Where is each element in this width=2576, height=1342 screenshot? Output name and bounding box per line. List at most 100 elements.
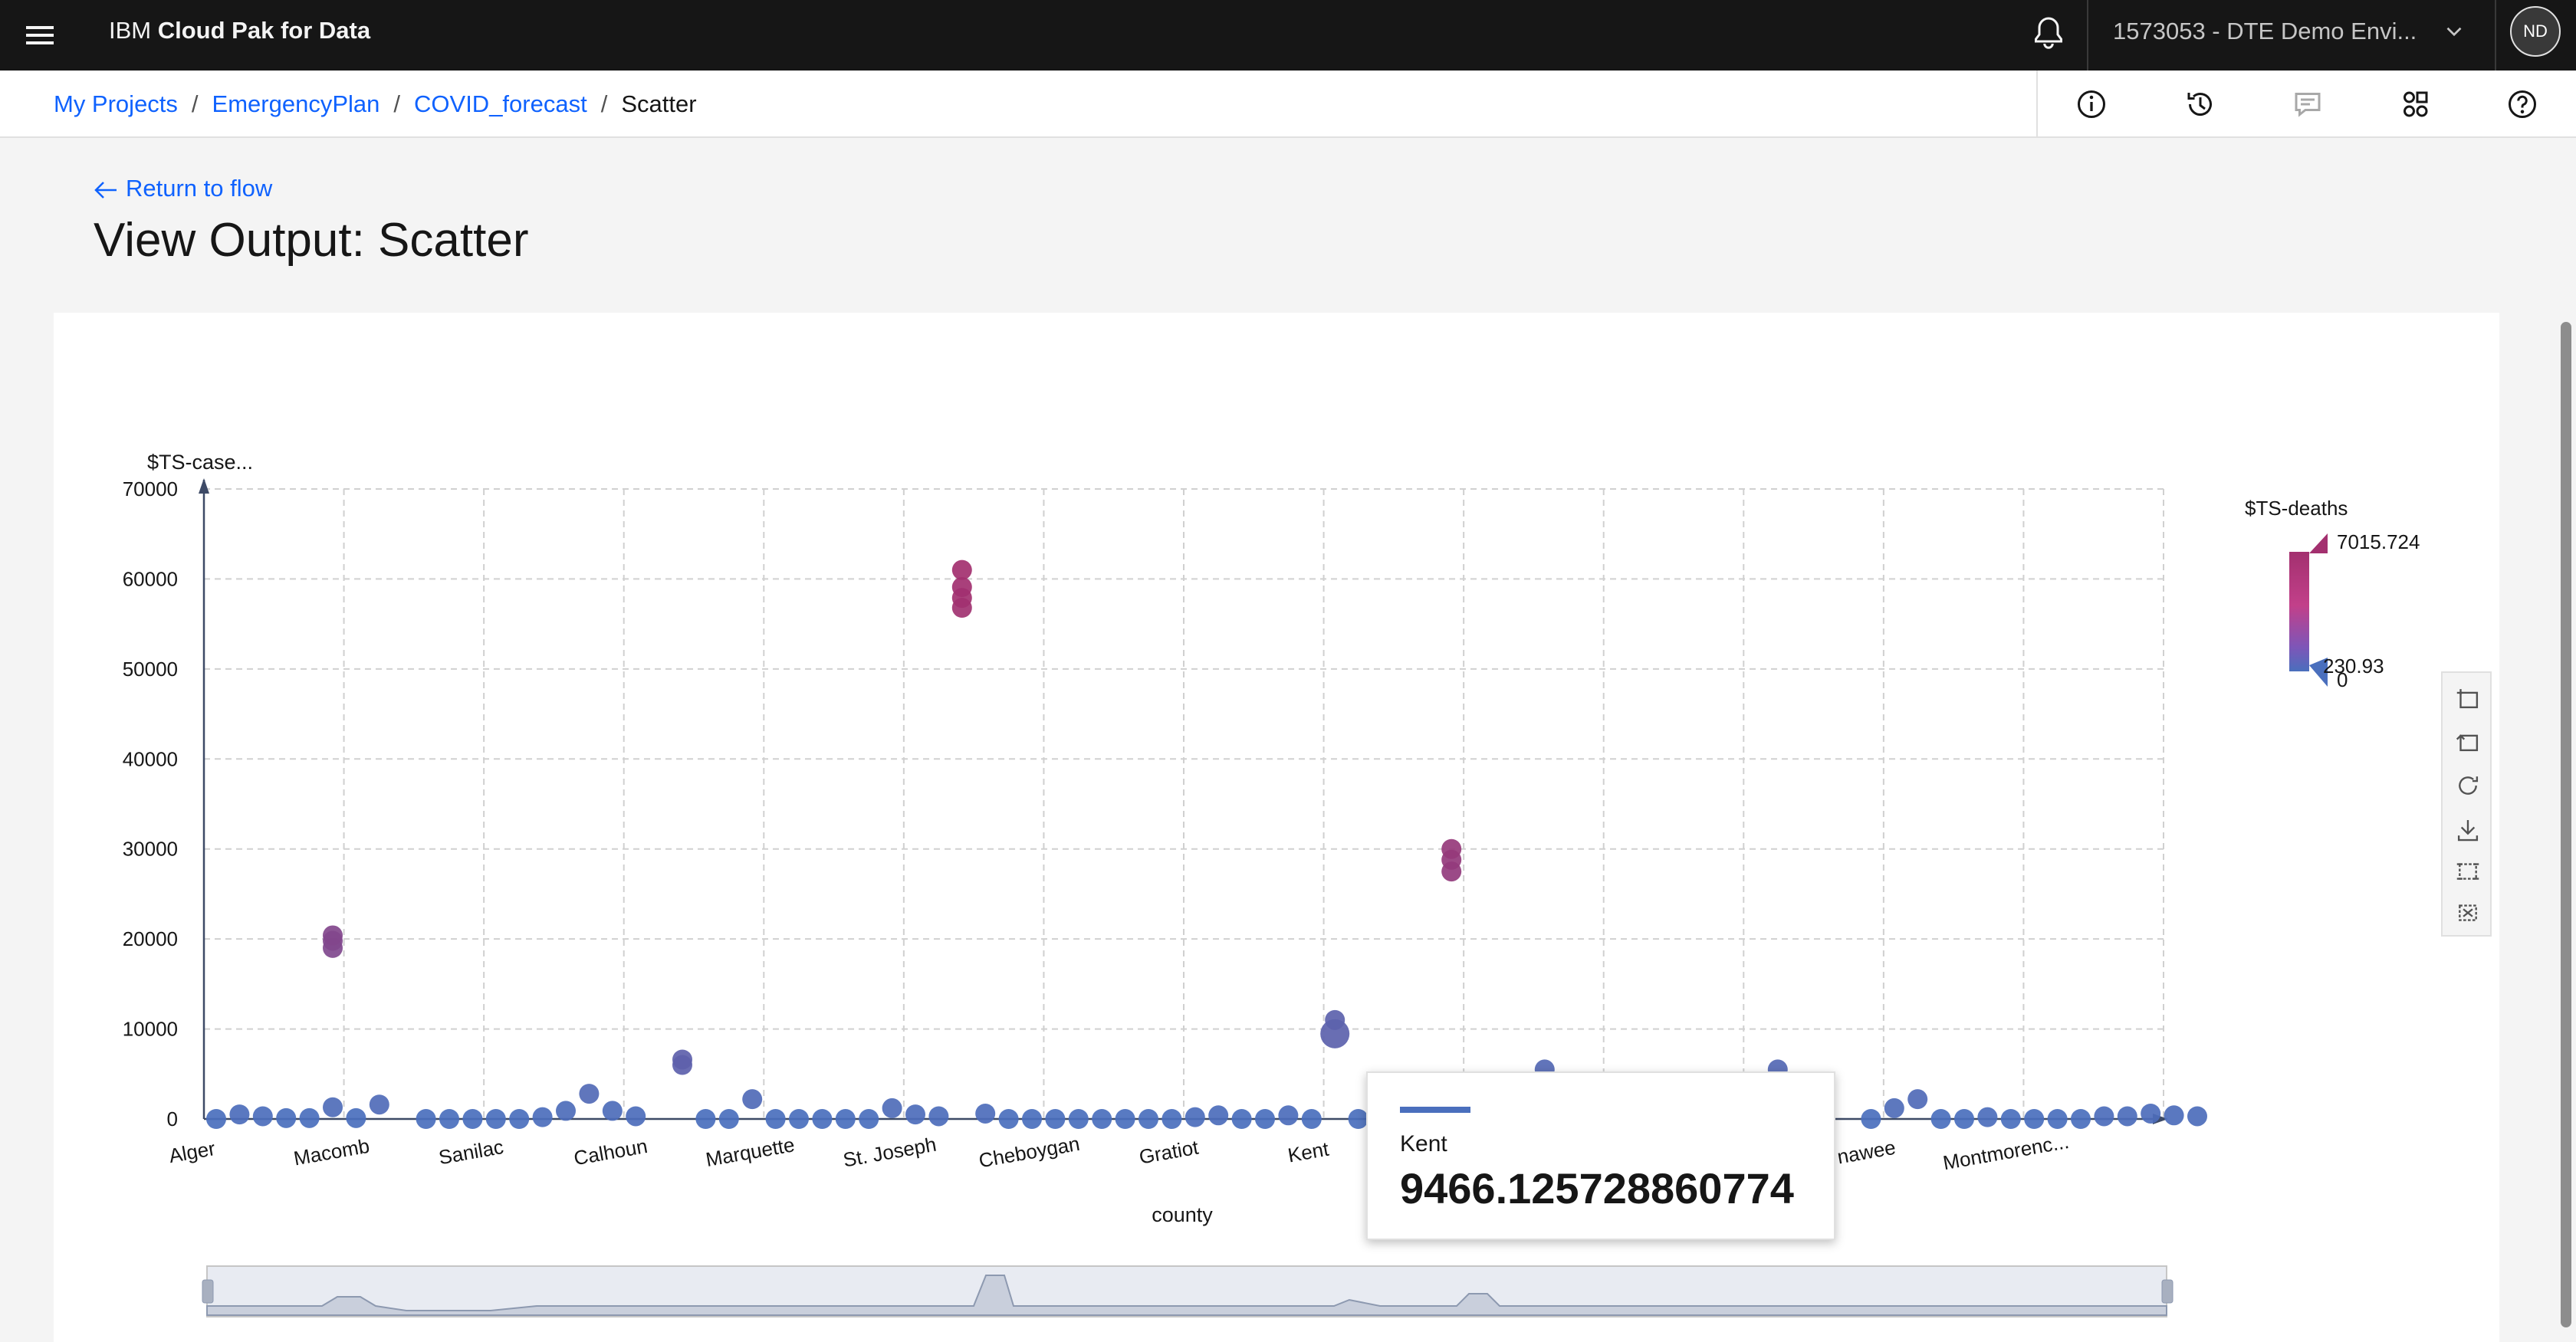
scatter-point[interactable] — [323, 925, 343, 946]
scatter-point[interactable] — [1278, 1105, 1299, 1126]
select-area-icon[interactable] — [2453, 857, 2482, 886]
scatter-point[interactable] — [1092, 1109, 1112, 1129]
scatter-point[interactable] — [509, 1109, 530, 1129]
color-legend-max-handle[interactable] — [2309, 533, 2328, 553]
x-tick-label: Kent — [1286, 1137, 1331, 1167]
scatter-point[interactable] — [2000, 1109, 2021, 1129]
scatter-point[interactable] — [2024, 1109, 2045, 1129]
scatter-point[interactable] — [905, 1104, 925, 1125]
scatter-point[interactable] — [416, 1109, 436, 1129]
scatter-point[interactable] — [2141, 1103, 2161, 1124]
scatter-point[interactable] — [672, 1049, 692, 1070]
scatter-point[interactable] — [1325, 1009, 1346, 1030]
color-legend-max: 7015.724 — [2337, 530, 2420, 553]
scatter-point[interactable] — [789, 1109, 809, 1129]
scatter-point[interactable] — [1208, 1105, 1229, 1126]
scatter-point[interactable] — [1138, 1109, 1158, 1129]
scatter-point[interactable] — [718, 1109, 739, 1129]
scatter-point[interactable] — [346, 1107, 366, 1128]
scatter-point[interactable] — [556, 1101, 576, 1121]
scatter-point[interactable] — [882, 1098, 902, 1118]
scatter-point[interactable] — [369, 1094, 389, 1115]
y-tick-label: 70000 — [123, 477, 178, 500]
scatter-point[interactable] — [252, 1106, 273, 1127]
x-tick-label: Montmorenc... — [1941, 1130, 2071, 1174]
scatter-point[interactable] — [2164, 1105, 2184, 1126]
scatter-point[interactable] — [1231, 1109, 1252, 1129]
x-tick-label: Marquette — [704, 1133, 797, 1171]
scatter-point[interactable] — [1348, 1109, 1368, 1129]
scatter-point[interactable] — [1068, 1109, 1089, 1129]
scatter-point[interactable] — [1255, 1109, 1275, 1129]
clear-selection-icon[interactable] — [2453, 898, 2482, 927]
scatter-point[interactable] — [1301, 1109, 1322, 1129]
scatter-point[interactable] — [742, 1089, 763, 1110]
scatter-point[interactable] — [951, 559, 972, 580]
scatter-point[interactable] — [812, 1109, 833, 1129]
x-tick-label: Calhoun — [572, 1134, 649, 1170]
tooltip-value: 9466.125728860774 — [1400, 1164, 1794, 1212]
scatter-point[interactable] — [1184, 1107, 1205, 1127]
zoom-reset-icon[interactable] — [2453, 727, 2482, 756]
scatter-point[interactable] — [579, 1084, 600, 1104]
zoom-area-icon[interactable] — [2453, 684, 2482, 713]
y-axis-label: $TS-case... — [147, 451, 253, 474]
scatter-point[interactable] — [626, 1106, 646, 1127]
chart-toolbox — [2441, 671, 2492, 937]
color-legend-min: 0 — [2337, 668, 2348, 691]
x-tick-label: Macomb — [292, 1134, 371, 1170]
scatter-point[interactable] — [1162, 1109, 1182, 1129]
scatter-point[interactable] — [2047, 1109, 2068, 1129]
scatter-point[interactable] — [928, 1106, 949, 1127]
scatter-point[interactable] — [765, 1109, 786, 1129]
data-zoom-left-handle[interactable] — [202, 1279, 214, 1304]
scatter-point[interactable] — [2187, 1106, 2207, 1127]
scatter-point[interactable] — [602, 1101, 623, 1121]
scatter-point[interactable] — [276, 1107, 297, 1128]
x-tick-label: Alger — [167, 1137, 217, 1167]
scatter-point[interactable] — [1045, 1109, 1066, 1129]
data-tooltip: Kent 9466.125728860774 — [1366, 1071, 1835, 1240]
scatter-point[interactable] — [439, 1109, 459, 1129]
scatter-point[interactable] — [951, 576, 972, 597]
scatter-point[interactable] — [1441, 838, 1462, 859]
scatter-point[interactable] — [859, 1109, 879, 1129]
scatter-point[interactable] — [2117, 1106, 2137, 1127]
x-tick-label: Gratiot — [1137, 1135, 1201, 1168]
scatter-point[interactable] — [1022, 1109, 1042, 1129]
scatter-point[interactable] — [485, 1109, 506, 1129]
restore-icon[interactable] — [2453, 771, 2482, 800]
scatter-point[interactable] — [695, 1109, 716, 1129]
scatter-point[interactable] — [1884, 1098, 1904, 1118]
x-tick-label: Cheboygan — [977, 1132, 1081, 1173]
x-tick-label: Sanilac — [437, 1135, 505, 1169]
data-zoom-slider[interactable] — [202, 1265, 2174, 1317]
scatter-point[interactable] — [206, 1109, 226, 1129]
color-legend-mid: 230.93 — [2323, 655, 2384, 678]
tooltip-series-swatch — [1400, 1107, 1470, 1113]
y-tick-label: 50000 — [123, 658, 178, 681]
data-zoom-right-handle[interactable] — [2161, 1279, 2174, 1304]
y-tick-label: 30000 — [123, 838, 178, 861]
scatter-point[interactable] — [835, 1109, 856, 1129]
scatter-point[interactable] — [1930, 1109, 1951, 1129]
scatter-point[interactable] — [1861, 1109, 1881, 1129]
scatter-point[interactable] — [323, 1097, 343, 1117]
y-tick-label: 10000 — [123, 1018, 178, 1041]
scatter-point[interactable] — [1115, 1109, 1135, 1129]
chart-points[interactable] — [206, 559, 2207, 1129]
scatter-point[interactable] — [2071, 1109, 2091, 1129]
scatter-point[interactable] — [1977, 1107, 1998, 1127]
y-axis-arrow — [199, 478, 209, 494]
scatter-point[interactable] — [1907, 1089, 1928, 1110]
scatter-point[interactable] — [229, 1104, 250, 1125]
scatter-point[interactable] — [532, 1107, 553, 1127]
scatter-point[interactable] — [975, 1103, 996, 1124]
scatter-point[interactable] — [998, 1109, 1019, 1129]
scatter-point[interactable] — [1954, 1109, 1974, 1129]
scatter-point[interactable] — [2094, 1106, 2114, 1127]
scatter-chart[interactable]: 0 10000 20000 30000 40000 50000 60000 70000 Alge… — [0, 0, 2576, 1342]
scatter-point[interactable] — [299, 1107, 320, 1128]
download-icon[interactable] — [2453, 815, 2482, 845]
scatter-point[interactable] — [462, 1109, 483, 1129]
